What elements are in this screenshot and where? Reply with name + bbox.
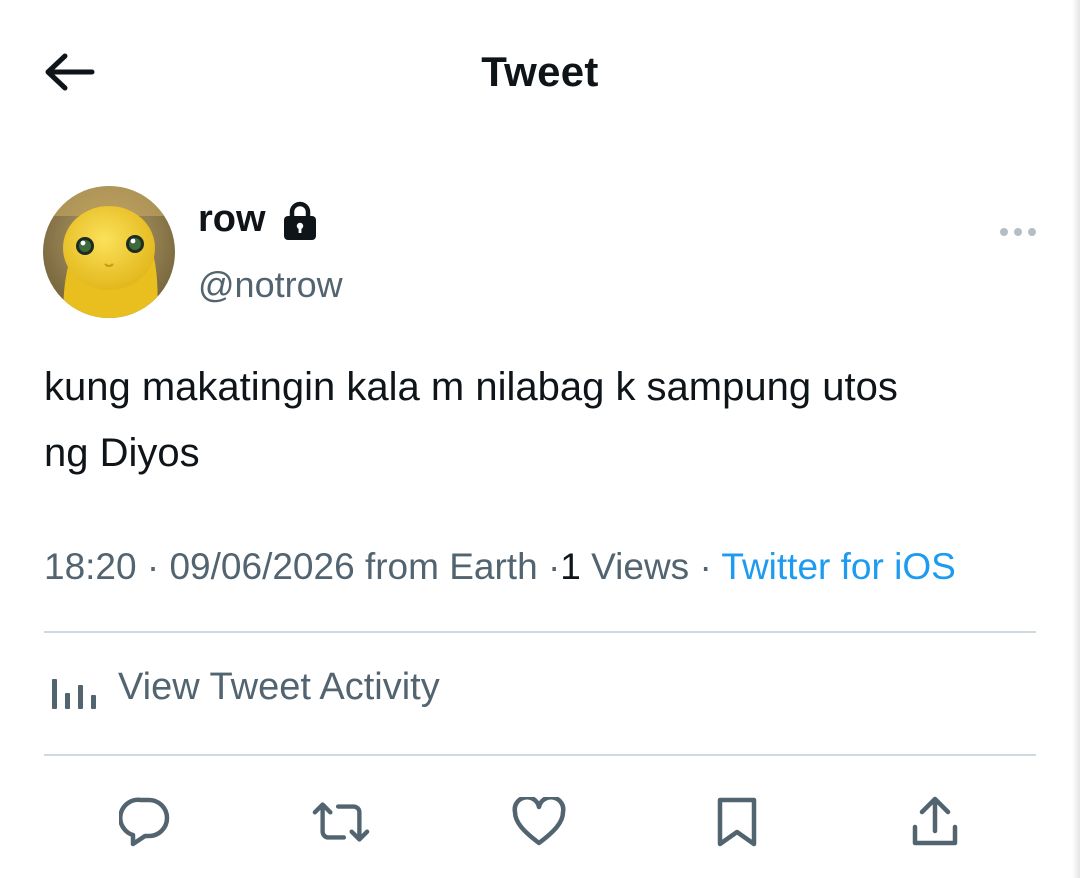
tweet-date[interactable]: 09/06/2026 — [169, 546, 354, 587]
reply-button[interactable] — [115, 790, 175, 854]
reply-icon — [119, 797, 170, 847]
more-icon — [1000, 228, 1036, 236]
view-tweet-activity-button[interactable]: View Tweet Activity — [50, 666, 440, 709]
edge-shadow — [1072, 0, 1080, 878]
tweet-text: kung makatingin kala m nilabag k sampung… — [44, 354, 1034, 486]
bookmark-button[interactable] — [707, 790, 767, 854]
tweet-location: from Earth — [364, 546, 538, 587]
avatar[interactable] — [43, 186, 175, 318]
meta-separator: · — [547, 546, 561, 587]
share-icon — [912, 796, 958, 846]
author-handle[interactable]: @notrow — [198, 264, 343, 306]
avatar-image — [43, 186, 175, 318]
more-options-button[interactable] — [994, 218, 1042, 246]
like-button[interactable] — [509, 790, 569, 854]
lock-icon — [282, 201, 318, 241]
tweet-text-line: kung makatingin kala m nilabag k sampung… — [44, 365, 898, 409]
views-label: Views — [591, 546, 690, 587]
heart-icon — [512, 797, 566, 846]
share-button[interactable] — [905, 790, 965, 854]
tweet-detail-page: Tweet row @notrow kung makatingin kala m… — [0, 0, 1080, 878]
retweet-button[interactable] — [311, 790, 371, 854]
bar-chart-icon — [52, 678, 96, 709]
source-link[interactable]: Twitter for iOS — [721, 546, 955, 587]
tweet-meta: 18:20 · 09/06/2026 from Earth ·1 Views ·… — [44, 546, 956, 588]
divider — [44, 754, 1036, 756]
tweet-time[interactable]: 18:20 — [44, 546, 137, 587]
activity-label: View Tweet Activity — [118, 666, 440, 708]
divider — [44, 631, 1036, 633]
display-name: row — [198, 198, 266, 240]
views-count: 1 — [560, 546, 581, 587]
author-name-row[interactable]: row — [198, 198, 318, 241]
tweet-text-line: ng Diyos — [44, 431, 200, 475]
meta-separator: · — [146, 546, 160, 587]
bookmark-icon — [717, 797, 757, 847]
meta-separator: · — [699, 546, 712, 587]
page-title: Tweet — [481, 48, 599, 95]
retweet-icon — [312, 802, 370, 842]
